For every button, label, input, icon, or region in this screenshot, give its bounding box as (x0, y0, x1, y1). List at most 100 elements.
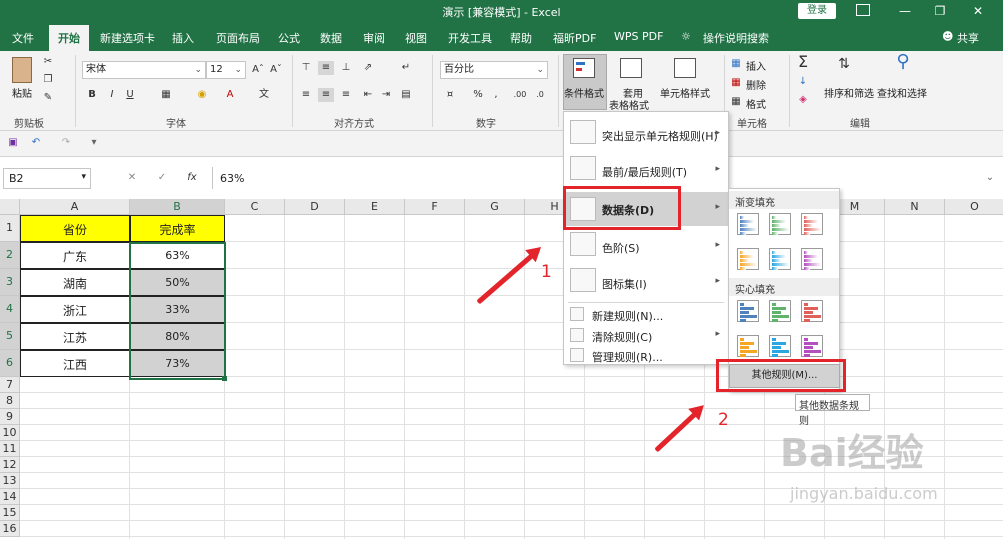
tab-view[interactable]: 视图 (405, 30, 427, 46)
tab-home[interactable]: 开始 (49, 25, 89, 51)
tab-new[interactable]: 新建选项卡 (100, 30, 155, 46)
cut-icon[interactable]: ✂ (40, 55, 56, 69)
row-header-6[interactable]: 6 (0, 350, 20, 377)
row-header-1[interactable]: 1 (0, 215, 20, 242)
percent-icon[interactable]: % (470, 88, 486, 102)
row-header-2[interactable]: 2 (0, 242, 20, 269)
customize-qat-icon[interactable]: ▾ (86, 136, 102, 150)
merge-center-icon[interactable]: ▤ (398, 88, 414, 102)
solid-swatch-2[interactable] (769, 300, 791, 322)
align-right-icon[interactable]: ≡ (338, 88, 354, 102)
row-header-16[interactable]: 16 (0, 521, 20, 537)
align-left-icon[interactable]: ≡ (298, 88, 314, 102)
bold-icon[interactable]: B (84, 88, 100, 102)
italic-icon[interactable]: I (104, 88, 120, 102)
solid-swatch-6[interactable] (801, 335, 823, 357)
clear-icon[interactable]: ◈ (795, 93, 811, 107)
row-header-3[interactable]: 3 (0, 269, 20, 296)
solid-swatch-5[interactable] (769, 335, 791, 357)
row-header-11[interactable]: 11 (0, 441, 20, 457)
cell-styles-button[interactable]: 单元格样式 (660, 85, 710, 100)
paste-icon[interactable] (12, 57, 32, 83)
align-top-icon[interactable]: ⊤ (298, 61, 314, 75)
gradient-swatch-3[interactable] (801, 213, 823, 235)
gradient-swatch-5[interactable] (769, 248, 791, 270)
tab-review[interactable]: 审阅 (363, 30, 385, 46)
gradient-swatch-1[interactable] (737, 213, 759, 235)
minimize-button[interactable]: — (890, 2, 920, 20)
tab-page-layout[interactable]: 页面布局 (216, 30, 260, 46)
delete-cells-button[interactable]: 删除 (746, 77, 766, 92)
close-button[interactable]: ✕ (963, 2, 993, 20)
gradient-swatch-4[interactable] (737, 248, 759, 270)
find-select-button[interactable]: 查找和选择 (877, 85, 927, 100)
solid-swatch-1[interactable] (737, 300, 759, 322)
phonetic-icon[interactable]: 文 (256, 88, 272, 102)
row-header-10[interactable]: 10 (0, 425, 20, 441)
row-header-14[interactable]: 14 (0, 489, 20, 505)
row-header-7[interactable]: 7 (0, 377, 20, 393)
tab-wps-pdf[interactable]: WPS PDF (614, 30, 663, 43)
tab-foxit-pdf[interactable]: 福昕PDF (553, 30, 596, 46)
decrease-indent-icon[interactable]: ⇤ (360, 88, 376, 102)
row-header-15[interactable]: 15 (0, 505, 20, 521)
save-icon[interactable]: ▣ (5, 136, 21, 150)
menu-manage-rules[interactable]: 管理规则(R)... (564, 346, 728, 366)
name-box[interactable]: B2 ▾ (3, 168, 91, 189)
row-header-5[interactable]: 5 (0, 323, 20, 350)
solid-swatch-4[interactable] (737, 335, 759, 357)
paste-button[interactable]: 粘贴 (12, 85, 32, 100)
undo-icon[interactable]: ↶ (28, 136, 44, 150)
column-header-C[interactable]: C (225, 199, 285, 215)
sort-filter-button[interactable]: 排序和筛选 (824, 85, 874, 100)
menu-icon-sets[interactable]: 图标集(I) ▸ (564, 268, 728, 298)
row-header-4[interactable]: 4 (0, 296, 20, 323)
accounting-format-icon[interactable]: ¤ (442, 88, 458, 102)
orientation-icon[interactable]: ⇗ (360, 61, 376, 75)
grow-font-icon[interactable]: Aˆ (250, 63, 266, 77)
column-header-A[interactable]: A (20, 199, 130, 215)
column-header-E[interactable]: E (345, 199, 405, 215)
underline-icon[interactable]: U (122, 88, 138, 102)
menu-new-rule[interactable]: 新建规则(N)... (564, 305, 728, 325)
decrease-decimal-icon[interactable]: .0 (532, 88, 548, 102)
comma-style-icon[interactable]: , (488, 88, 504, 102)
formula-input[interactable]: 63% (220, 172, 244, 185)
solid-swatch-3[interactable] (801, 300, 823, 322)
increase-indent-icon[interactable]: ⇥ (378, 88, 394, 102)
format-painter-icon[interactable]: ✎ (40, 91, 56, 105)
column-header-B[interactable]: B (130, 199, 225, 215)
column-header-F[interactable]: F (405, 199, 465, 215)
align-center-icon[interactable]: ≡ (318, 88, 334, 102)
row-header-9[interactable]: 9 (0, 409, 20, 425)
tab-data[interactable]: 数据 (320, 30, 342, 46)
column-header-D[interactable]: D (285, 199, 345, 215)
cancel-icon[interactable]: ✕ (124, 171, 140, 185)
select-all-corner[interactable] (0, 199, 20, 215)
font-color-icon[interactable]: A (222, 88, 238, 102)
fill-handle[interactable] (222, 376, 227, 381)
tell-me-search[interactable]: 操作说明搜索 (703, 30, 769, 46)
menu-top-bottom-rules[interactable]: 最前/最后规则(T) ▸ (564, 156, 728, 186)
row-header-13[interactable]: 13 (0, 473, 20, 489)
tab-formulas[interactable]: 公式 (278, 30, 300, 46)
tab-file[interactable]: 文件 (12, 30, 34, 46)
format-cells-button[interactable]: 格式 (746, 96, 766, 111)
restore-button[interactable]: ❐ (925, 2, 955, 20)
row-header-8[interactable]: 8 (0, 393, 20, 409)
number-format-select[interactable]: 百分比 ⌄ (440, 61, 548, 79)
gradient-swatch-6[interactable] (801, 248, 823, 270)
menu-color-scales[interactable]: 色阶(S) ▸ (564, 232, 728, 262)
fill-color-icon[interactable]: ◉ (194, 88, 210, 102)
menu-highlight-rules[interactable]: 突出显示单元格规则(H) ▸ (564, 120, 728, 150)
tab-help[interactable]: 帮助 (510, 30, 532, 46)
column-header-G[interactable]: G (465, 199, 525, 215)
redo-icon[interactable]: ↷ (58, 136, 74, 150)
font-size-select[interactable]: 12 ⌄ (206, 61, 246, 79)
ribbon-display-icon[interactable] (856, 4, 870, 16)
gradient-swatch-2[interactable] (769, 213, 791, 235)
fill-icon[interactable]: ↓ (795, 75, 811, 89)
row-header-12[interactable]: 12 (0, 457, 20, 473)
tab-insert[interactable]: 插入 (172, 30, 194, 46)
enter-icon[interactable]: ✓ (154, 171, 170, 185)
